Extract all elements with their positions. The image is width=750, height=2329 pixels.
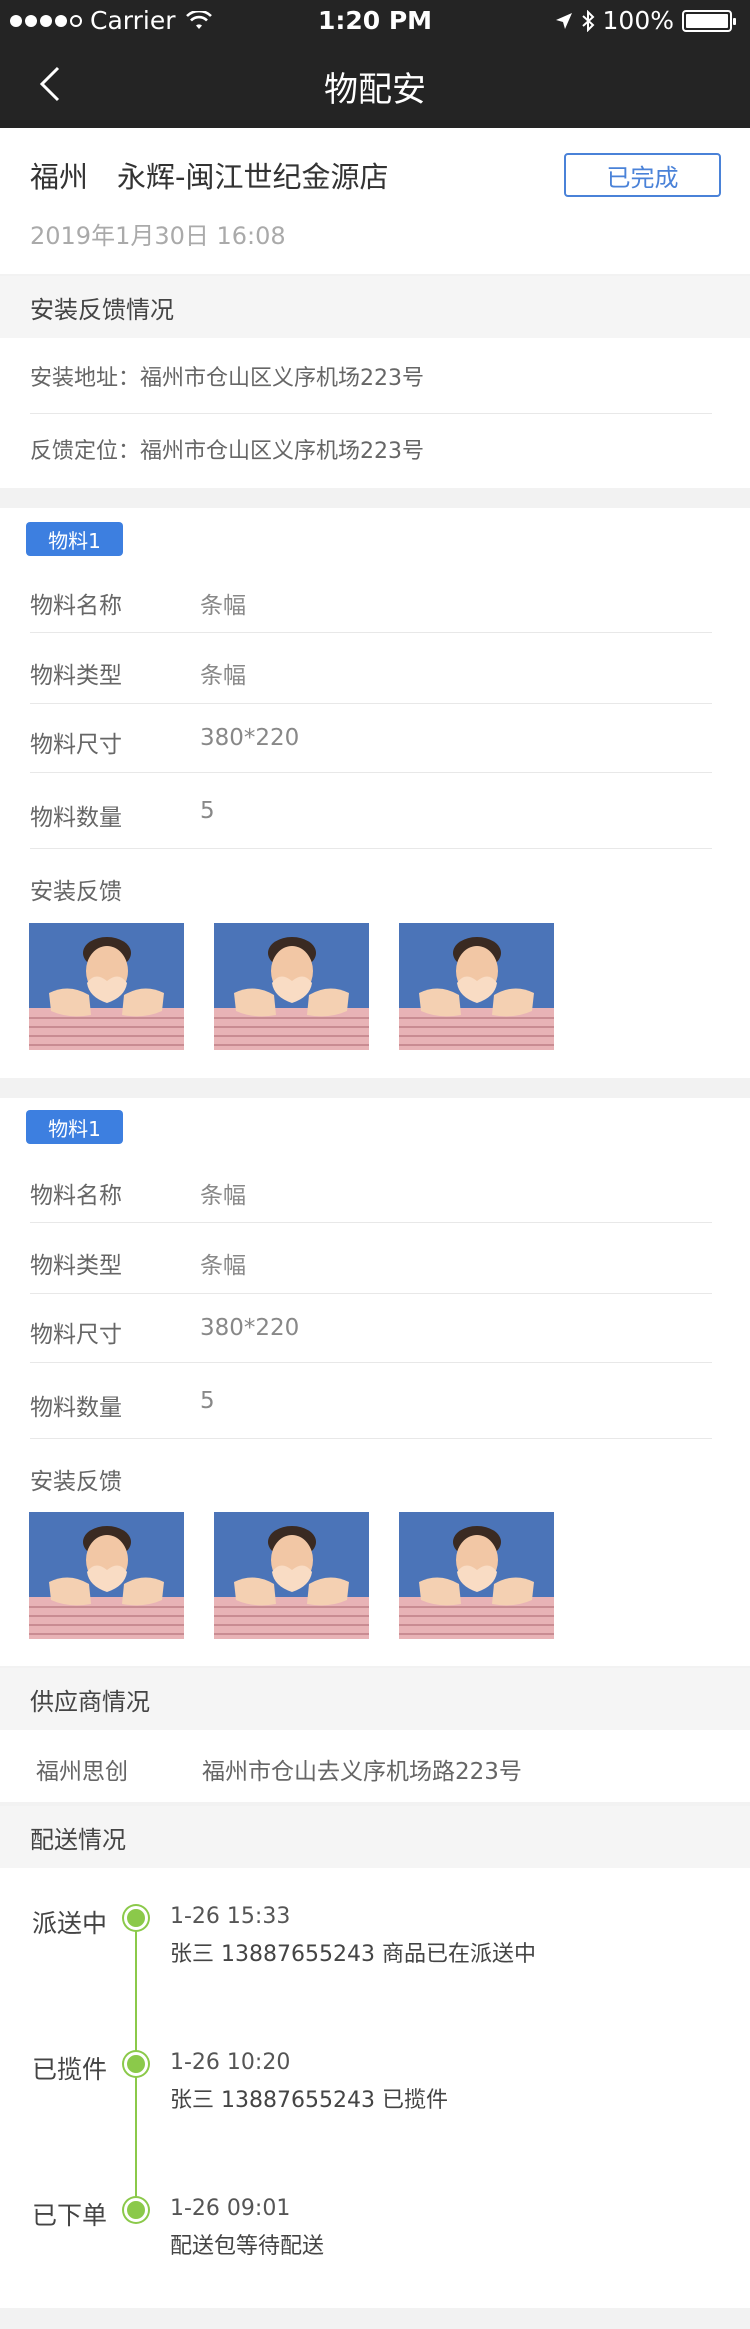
step-desc: 张三 13887655243 已揽件 (170, 2088, 448, 2113)
feedback-photo[interactable] (29, 1512, 184, 1639)
feedback-photo[interactable] (29, 923, 184, 1050)
page-title: 物配安 (324, 70, 426, 110)
install-address: 安装地址：福州市仓山区义序机场223号 (30, 366, 424, 391)
battery-icon (682, 9, 736, 32)
timeline-dot-icon (124, 1906, 148, 1930)
field-label: 物料数量 (30, 805, 122, 831)
install-info: 安装地址：福州市仓山区义序机场223号 反馈定位：福州市仓山区义序机场223号 (0, 338, 750, 488)
order-header: 福州 永辉-闽江世纪金源店 已完成 2019年1月30日 16:08 (0, 128, 750, 274)
battery-percent: 100% (602, 6, 674, 35)
delivery-section-title: 配送情况 (0, 1806, 750, 1868)
feedback-label: 安装反馈 (30, 879, 122, 905)
status-badge[interactable]: 已完成 (564, 153, 721, 197)
feedback-location: 反馈定位：福州市仓山区义序机场223号 (30, 439, 424, 464)
store-name: 福州 永辉-闽江世纪金源店 (30, 160, 389, 194)
step-label: 派送中 (32, 1909, 108, 1938)
divider (30, 1293, 712, 1294)
divider (30, 1222, 712, 1223)
order-date: 2019年1月30日 16:08 (30, 222, 286, 250)
feedback-photo[interactable] (214, 923, 369, 1050)
supplier-section-title: 供应商情况 (0, 1668, 750, 1730)
field-label: 物料名称 (30, 593, 122, 619)
field-value: 5 (200, 1388, 215, 1414)
step-desc: 张三 13887655243 商品已在派送中 (170, 1942, 536, 1967)
feedback-photo[interactable] (399, 1512, 554, 1639)
field-value: 条幅 (200, 663, 246, 689)
timeline-dot-icon (124, 2198, 148, 2222)
step-time: 1-26 15:33 (170, 1904, 291, 1929)
divider (30, 703, 712, 704)
step-time: 1-26 09:01 (170, 2196, 291, 2221)
field-value: 条幅 (200, 1253, 246, 1279)
nav-bar: 物配安 (0, 40, 750, 128)
divider (30, 1438, 712, 1439)
field-label: 物料名称 (30, 1183, 122, 1209)
material-badge: 物料1 (26, 1110, 123, 1144)
material-card: 物料1 物料名称 条幅 物料类型 条幅 物料尺寸 380*220 物料数量 5 … (0, 1098, 750, 1666)
material-card: 物料1 物料名称 条幅 物料类型 条幅 物料尺寸 380*220 物料数量 5 … (0, 508, 750, 1078)
field-label: 物料尺寸 (30, 732, 122, 758)
field-label: 物料类型 (30, 1253, 122, 1279)
step-label: 已下单 (32, 2201, 108, 2230)
supplier-address: 福州市仓山去义序机场路223号 (202, 1759, 522, 1785)
step-desc: 配送包等待配送 (170, 2234, 325, 2259)
divider (30, 848, 712, 849)
field-value: 条幅 (200, 1183, 246, 1209)
status-right: 100% (555, 6, 736, 35)
field-value: 380*220 (200, 1315, 300, 1341)
divider (30, 772, 712, 773)
bluetooth-icon (581, 9, 594, 32)
timeline-dot-icon (124, 2052, 148, 2076)
install-section-title: 安装反馈情况 (0, 276, 750, 338)
field-value: 5 (200, 798, 215, 824)
material-badge: 物料1 (26, 522, 123, 556)
field-label: 物料数量 (30, 1395, 122, 1421)
feedback-photo[interactable] (399, 923, 554, 1050)
location-arrow-icon (555, 12, 572, 29)
step-label: 已揽件 (32, 2055, 108, 2084)
feedback-photo[interactable] (214, 1512, 369, 1639)
field-label: 物料尺寸 (30, 1322, 122, 1348)
supplier-info: 福州思创 福州市仓山去义序机场路223号 (0, 1730, 750, 1802)
feedback-label: 安装反馈 (30, 1469, 122, 1495)
step-time: 1-26 10:20 (170, 2050, 291, 2075)
delivery-timeline: 派送中 1-26 15:33 张三 13887655243 商品已在派送中 已揽… (0, 1868, 750, 2308)
field-label: 物料类型 (30, 663, 122, 689)
field-value: 380*220 (200, 725, 300, 751)
field-value: 条幅 (200, 593, 246, 619)
supplier-name: 福州思创 (36, 1759, 128, 1785)
status-bar: Carrier 1:20 PM 100% (0, 0, 750, 40)
divider (30, 1362, 712, 1363)
divider (30, 632, 712, 633)
